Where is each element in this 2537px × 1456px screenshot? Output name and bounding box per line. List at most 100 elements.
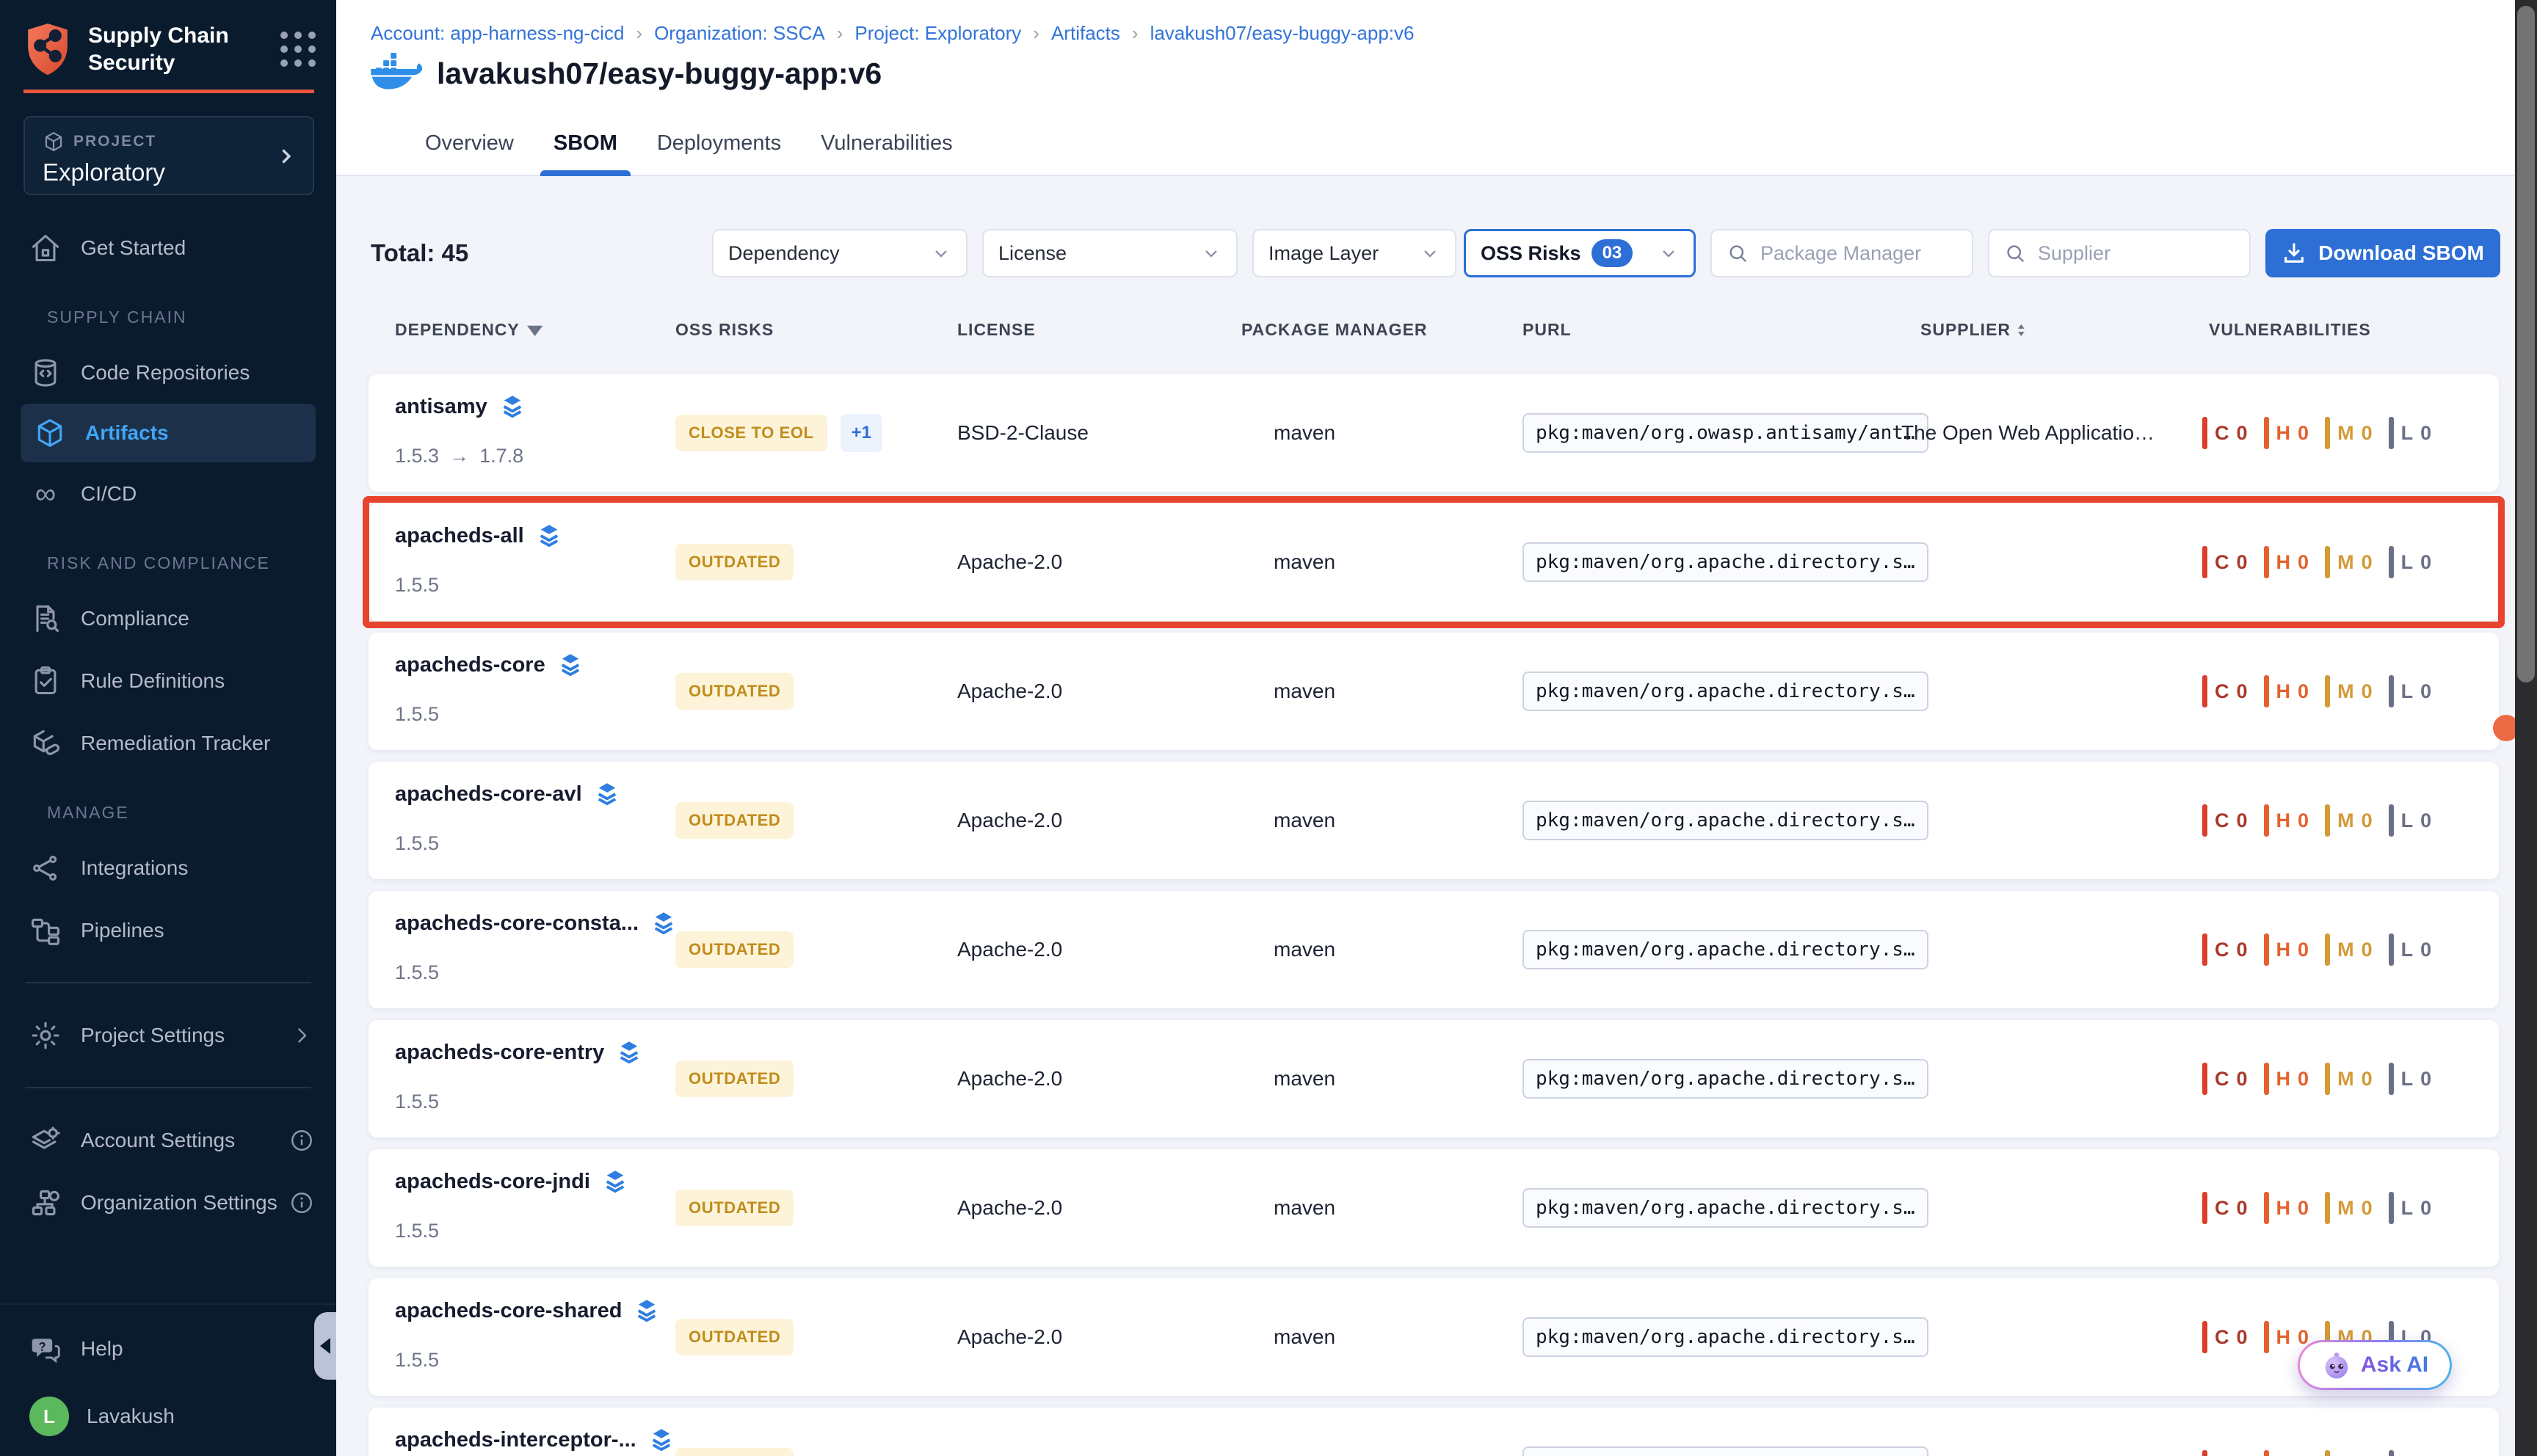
layers-icon [650, 910, 677, 936]
breadcrumb-link[interactable]: Account: app-harness-ng-cicd [371, 22, 624, 45]
table-row[interactable]: apacheds-core-avl 1.5.5 OUTDATED Apache-… [369, 762, 2499, 879]
vulnerabilities-cell: C0H0M0L0 [2202, 1192, 2431, 1224]
severity-bar [2389, 1450, 2394, 1456]
severity-C: C0 [2202, 675, 2248, 707]
tab-deployments[interactable]: Deployments [654, 110, 784, 176]
column-header-oss-risks[interactable]: OSS RISKS [675, 320, 774, 340]
breadcrumb-link[interactable]: lavakush07/easy-buggy-app:v6 [1150, 22, 1415, 45]
oss-risks-filter[interactable]: OSS Risks03 [1464, 229, 1696, 277]
table-row[interactable]: apacheds-core-entry 1.5.5 OUTDATED Apach… [369, 1020, 2499, 1138]
project-selector[interactable]: PROJECT Exploratory [23, 116, 314, 195]
breadcrumb-link[interactable]: Organization: SSCA [654, 22, 825, 45]
sidebar-item-remediation-tracker[interactable]: Remediation Tracker [0, 712, 336, 774]
severity-C: C0 [2202, 1192, 2248, 1224]
severity-M: M0 [2325, 675, 2373, 707]
table-row[interactable]: apacheds-core-consta... 1.5.5 OUTDATED A… [369, 891, 2499, 1008]
severity-count: 0 [2298, 1068, 2309, 1091]
sort-both-icon[interactable] [2018, 324, 2025, 336]
column-header-label: PURL [1522, 320, 1572, 340]
purl-chip[interactable]: pkg:maven/org.apache.directory.s… [1522, 542, 1928, 582]
table-row[interactable]: apacheds-all 1.5.5 OUTDATED Apache-2.0 m… [369, 503, 2499, 621]
cube-icon [34, 417, 66, 449]
column-header-purl[interactable]: PURL [1522, 320, 1572, 340]
sidebar-item-artifacts[interactable]: Artifacts [21, 404, 316, 462]
purl-chip[interactable]: pkg:maven/org.apache.directory.s… [1522, 801, 1928, 840]
sidebar-item-cicd[interactable]: ∞CI/CD [0, 462, 336, 525]
severity-letter: H [2276, 1068, 2291, 1091]
package-manager-cell: maven [1274, 809, 1335, 832]
column-header-label: LICENSE [957, 320, 1036, 340]
chevron-right-icon [273, 144, 298, 169]
sidebar-item-get-started[interactable]: Get Started [0, 216, 336, 279]
purl-chip[interactable]: pkg:maven/org.apache.directory.s… [1522, 1446, 1928, 1456]
package-manager-input[interactable] [1759, 241, 1957, 266]
purl-chip[interactable]: pkg:maven/org.apache.directory.s… [1522, 1317, 1928, 1357]
sidebar-item-rule-definitions[interactable]: Rule Definitions [0, 649, 336, 712]
scrollbar-track[interactable] [2515, 0, 2537, 1456]
vulnerabilities-cell: C0H0M0L0 [2202, 1063, 2431, 1095]
severity-M: M0 [2325, 804, 2373, 837]
severity-letter: L [2401, 422, 2414, 445]
scrollbar-thumb[interactable] [2517, 6, 2535, 682]
purl-chip[interactable]: pkg:maven/org.apache.directory.s… [1522, 671, 1928, 711]
column-header-license[interactable]: LICENSE [957, 320, 1036, 340]
table-row[interactable]: apacheds-interceptor-... 1.5.5 OUTDATED … [369, 1408, 2499, 1456]
column-header-dependency[interactable]: DEPENDENCY [395, 320, 542, 340]
supplier-input[interactable] [2036, 241, 2235, 266]
sidebar-item-project-settings[interactable]: Project Settings [0, 1004, 336, 1066]
severity-bar [2325, 1450, 2330, 1456]
sidebar-item-organization-settings[interactable]: Organization Settings [0, 1171, 336, 1234]
severity-bar [2325, 933, 2330, 966]
oss-risk-badges: OUTDATED [675, 802, 794, 839]
breadcrumb-link[interactable]: Project: Exploratory [854, 22, 1021, 45]
info-icon[interactable] [289, 1128, 314, 1153]
purl-chip[interactable]: pkg:maven/org.apache.directory.s… [1522, 1188, 1928, 1228]
sbom-rows: antisamy 1.5.3→1.7.8 CLOSE TO EOL+1 BSD-… [369, 374, 2499, 1456]
tab-vulnerabilities[interactable]: Vulnerabilities [818, 110, 955, 176]
table-row[interactable]: apacheds-core-jndi 1.5.5 OUTDATED Apache… [369, 1149, 2499, 1267]
severity-count: 0 [2298, 551, 2309, 574]
sidebar-item-account-settings[interactable]: Account Settings [0, 1109, 336, 1171]
license-cell: Apache-2.0 [957, 1325, 1062, 1349]
column-header-package-manager[interactable]: PACKAGE MANAGER [1241, 320, 1428, 340]
column-header-supplier[interactable]: SUPPLIER [1920, 320, 2025, 340]
tab-overview[interactable]: Overview [422, 110, 517, 176]
purl-chip[interactable]: pkg:maven/org.apache.directory.s… [1522, 930, 1928, 969]
filter-image-layer[interactable]: Image Layer [1252, 229, 1456, 277]
severity-bar [2389, 933, 2394, 966]
table-row[interactable]: antisamy 1.5.3→1.7.8 CLOSE TO EOL+1 BSD-… [369, 374, 2499, 492]
sidebar-collapse-handle[interactable] [314, 1312, 336, 1380]
sidebar-item-user[interactable]: L Lavakush [0, 1383, 336, 1450]
download-sbom-button[interactable]: Download SBOM [2265, 229, 2500, 277]
severity-letter: M [2337, 422, 2354, 445]
purl-chip[interactable]: pkg:maven/org.owasp.antisamy/ant… [1522, 413, 1928, 453]
table-row[interactable]: apacheds-core 1.5.5 OUTDATED Apache-2.0 … [369, 633, 2499, 750]
sidebar-item-help[interactable]: ? Help [0, 1315, 336, 1383]
filter-license[interactable]: License [982, 229, 1238, 277]
grid-menu-icon[interactable] [280, 32, 316, 67]
sidebar-item-pipelines[interactable]: Pipelines [0, 899, 336, 961]
sidebar-section-supply-chain: SUPPLY CHAIN [0, 279, 336, 341]
sort-desc-icon[interactable] [527, 324, 542, 336]
supplier-search[interactable] [1988, 229, 2251, 277]
severity-M: M0 [2325, 417, 2373, 449]
sidebar-item-code-repositories[interactable]: Code Repositories [0, 341, 336, 404]
severity-count: 0 [2237, 422, 2248, 445]
layers-gear-icon [29, 1124, 62, 1157]
table-row[interactable]: apacheds-core-shared 1.5.5 OUTDATED Apac… [369, 1278, 2499, 1396]
table-header: DEPENDENCY OSS RISKS LICENSE PACKAGE MANAGE… [336, 320, 2537, 349]
package-manager-cell: maven [1274, 938, 1335, 961]
info-icon[interactable] [289, 1190, 314, 1215]
column-header-vulnerabilities[interactable]: VULNERABILITIES [2209, 320, 2371, 340]
column-header-label: PACKAGE MANAGER [1241, 320, 1428, 340]
sidebar-item-compliance[interactable]: Compliance [0, 587, 336, 649]
sidebar-item-integrations[interactable]: Integrations [0, 837, 336, 899]
tab-sbom[interactable]: SBOM [551, 110, 620, 176]
severity-M: M0 [2325, 1192, 2373, 1224]
filter-dependency[interactable]: Dependency [712, 229, 968, 277]
dependency-cell: apacheds-core-consta... [395, 910, 677, 936]
package-manager-search[interactable] [1710, 229, 1973, 277]
ask-ai-button[interactable]: Ask AI [2298, 1340, 2452, 1390]
breadcrumb-link[interactable]: Artifacts [1051, 22, 1120, 45]
purl-chip[interactable]: pkg:maven/org.apache.directory.s… [1522, 1059, 1928, 1099]
